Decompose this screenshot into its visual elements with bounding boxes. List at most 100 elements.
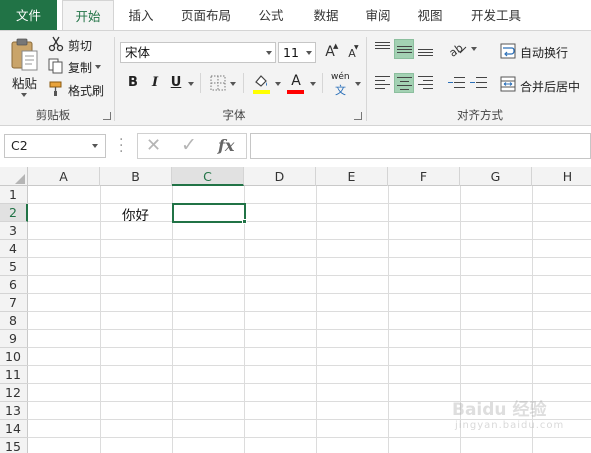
- gridline: [28, 275, 591, 276]
- format-painter-icon: [49, 81, 62, 96]
- gridline: [28, 329, 591, 330]
- row-header-11[interactable]: 11: [0, 366, 28, 384]
- row-header-13[interactable]: 13: [0, 402, 28, 420]
- name-box-value: C2: [11, 138, 28, 153]
- align-center-button[interactable]: [394, 73, 414, 93]
- name-box-dropdown-icon[interactable]: [92, 144, 98, 148]
- copy-button[interactable]: 复制: [48, 58, 108, 76]
- row-header-3[interactable]: 3: [0, 222, 28, 240]
- font-launcher-icon[interactable]: [354, 112, 362, 120]
- tab-data[interactable]: 数据: [304, 0, 348, 30]
- formula-bar: C2 · · · ✕ ✓ fx: [0, 127, 591, 167]
- orientation-dropdown-icon[interactable]: [471, 47, 477, 51]
- column-header-b[interactable]: B: [100, 167, 172, 186]
- copy-label: 复制: [68, 61, 93, 75]
- row-header-9[interactable]: 9: [0, 330, 28, 348]
- row-header-1[interactable]: 1: [0, 186, 28, 204]
- column-header-g[interactable]: G: [460, 167, 532, 186]
- tab-developer[interactable]: 开发工具: [462, 0, 530, 30]
- wrap-text-button[interactable]: 自动换行: [500, 41, 588, 61]
- decrease-indent-button[interactable]: [447, 73, 467, 93]
- align-middle-button[interactable]: [394, 39, 414, 59]
- tab-review[interactable]: 审阅: [356, 0, 400, 30]
- fill-color-dropdown-icon[interactable]: [275, 82, 281, 86]
- tab-insert[interactable]: 插入: [119, 0, 163, 30]
- borders-dropdown-icon[interactable]: [230, 82, 236, 86]
- ribbon-home: 粘贴 剪切 复制 格式刷 剪贴板 宋体 11 A ▲ A ▼ B I U A w…: [0, 30, 591, 126]
- borders-icon[interactable]: [210, 75, 226, 91]
- divider: [200, 73, 201, 93]
- increase-indent-button[interactable]: [469, 73, 489, 93]
- align-bottom-button[interactable]: [416, 39, 436, 59]
- fill-color-swatch: [253, 90, 270, 94]
- phonetic-top-label: wén: [331, 72, 350, 82]
- fill-handle[interactable]: [242, 219, 247, 224]
- caret-down-icon: ▼: [354, 44, 359, 51]
- row-header-7[interactable]: 7: [0, 294, 28, 312]
- tab-home[interactable]: 开始: [62, 0, 114, 30]
- tab-file[interactable]: 文件: [0, 0, 57, 30]
- tab-page-layout[interactable]: 页面布局: [172, 0, 240, 30]
- tab-view[interactable]: 视图: [408, 0, 452, 30]
- row-header-8[interactable]: 8: [0, 312, 28, 330]
- column-header-a[interactable]: A: [28, 167, 100, 186]
- clipboard-group-label: 剪贴板: [35, 108, 71, 122]
- column-header-e[interactable]: E: [316, 167, 388, 186]
- merge-center-button[interactable]: 合并后居中: [500, 75, 590, 95]
- gridline: [172, 186, 173, 453]
- column-header-h[interactable]: H: [532, 167, 591, 186]
- orientation-icon[interactable]: ab: [448, 41, 468, 57]
- active-cell-c2[interactable]: [172, 203, 246, 223]
- paste-button[interactable]: 粘贴: [6, 35, 42, 101]
- clipboard-launcher-icon[interactable]: [103, 112, 111, 120]
- watermark-logo: Baidu 经验: [452, 400, 547, 420]
- scissors-icon: [48, 36, 64, 52]
- watermark-url: jingyan.baidu.com: [455, 420, 565, 431]
- gridline: [28, 293, 591, 294]
- formula-input[interactable]: [250, 133, 591, 159]
- enter-icon[interactable]: ✓: [181, 134, 197, 156]
- cell-b2[interactable]: 你好: [122, 204, 149, 224]
- insert-function-button[interactable]: fx: [218, 136, 234, 155]
- column-header-f[interactable]: F: [388, 167, 460, 186]
- paste-icon: [11, 38, 38, 71]
- row-header-5[interactable]: 5: [0, 258, 28, 276]
- align-top-button[interactable]: [373, 39, 393, 59]
- font-color-button[interactable]: A: [287, 71, 305, 91]
- select-all-button[interactable]: [0, 167, 28, 186]
- cut-button[interactable]: 剪切: [48, 36, 98, 54]
- row-header-14[interactable]: 14: [0, 420, 28, 438]
- gridline: [28, 437, 591, 438]
- grow-font-button[interactable]: A ▲: [322, 42, 338, 62]
- row-header-6[interactable]: 6: [0, 276, 28, 294]
- italic-button[interactable]: I: [146, 73, 164, 93]
- font-color-dropdown-icon[interactable]: [310, 82, 316, 86]
- align-right-button[interactable]: [416, 73, 436, 93]
- gridline: [100, 186, 101, 453]
- align-left-button[interactable]: [373, 73, 393, 93]
- row-header-2[interactable]: 2: [0, 204, 28, 222]
- cancel-icon[interactable]: ✕: [146, 135, 161, 156]
- row-header-4[interactable]: 4: [0, 240, 28, 258]
- fill-color-icon[interactable]: [252, 73, 270, 91]
- font-name-select[interactable]: 宋体: [120, 42, 276, 63]
- bold-button[interactable]: B: [124, 73, 142, 93]
- format-painter-button[interactable]: 格式刷: [48, 81, 108, 99]
- underline-dropdown-icon[interactable]: [188, 82, 194, 86]
- tab-formulas[interactable]: 公式: [249, 0, 293, 30]
- row-header-12[interactable]: 12: [0, 384, 28, 402]
- phonetic-button[interactable]: wén 文: [330, 72, 356, 97]
- name-box[interactable]: C2: [4, 134, 106, 158]
- font-size-select[interactable]: 11: [278, 42, 316, 63]
- row-header-10[interactable]: 10: [0, 348, 28, 366]
- phonetic-dropdown-icon[interactable]: [355, 82, 361, 86]
- ribbon-tabs: 文件 开始 插入 页面布局 公式 数据 审阅 视图 开发工具: [0, 0, 591, 30]
- row-header-15[interactable]: 15: [0, 438, 28, 453]
- underline-button[interactable]: U: [167, 73, 185, 93]
- column-header-c[interactable]: C: [172, 167, 244, 186]
- shrink-font-button[interactable]: A ▼: [344, 44, 360, 62]
- column-header-d[interactable]: D: [244, 167, 316, 186]
- gridline: [28, 311, 591, 312]
- drag-handle-icon[interactable]: · · ·: [119, 133, 123, 159]
- svg-text:ab: ab: [448, 41, 466, 57]
